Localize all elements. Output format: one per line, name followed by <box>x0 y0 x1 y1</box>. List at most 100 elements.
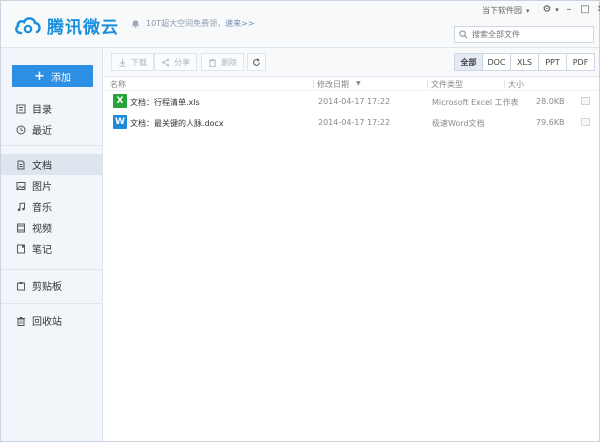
file-type: 极速Word文档 <box>432 119 485 128</box>
close-icon[interactable]: ✕ <box>594 4 600 16</box>
music-icon <box>17 201 25 211</box>
file-size: 28.0KB <box>536 97 565 106</box>
search-icon <box>459 30 468 39</box>
minimize-icon[interactable]: – <box>562 4 576 16</box>
note-icon <box>17 244 25 253</box>
column-type[interactable]: 文件类型 <box>431 79 463 90</box>
sidebar-item-label: 最近 <box>32 126 52 137</box>
cloud-logo-icon <box>15 16 41 34</box>
sidebar-item-label: 视频 <box>32 224 52 235</box>
search-input[interactable] <box>472 30 592 39</box>
sort-desc-icon: ▼ <box>356 80 361 87</box>
maximize-icon[interactable]: □ <box>578 4 592 16</box>
column-name[interactable]: 名称 <box>110 79 126 90</box>
sidebar-item-label: 音乐 <box>32 203 52 214</box>
sidebar-item-label: 笔记 <box>32 245 52 256</box>
refresh-button[interactable] <box>247 53 266 71</box>
excel-file-icon: X <box>113 94 127 108</box>
sidebar-item-label: 剪贴板 <box>32 282 62 293</box>
table-row[interactable]: X 文档：行程清单.xls 2014-04-17 17:22 Microsoft… <box>104 91 599 112</box>
user-menu[interactable]: 当下软件园 ▾ <box>482 5 530 16</box>
app-logo: 腾讯微云 <box>13 13 119 38</box>
divider <box>1 303 103 304</box>
share-button[interactable]: 分享 <box>154 53 197 71</box>
sidebar-item-music[interactable]: 音乐 <box>1 196 103 217</box>
search-box[interactable] <box>454 26 594 43</box>
filter-xls[interactable]: XLS <box>510 53 539 71</box>
plus-icon: + <box>34 68 45 84</box>
sidebar-item-label: 图片 <box>32 182 52 193</box>
nav-group-main: 目录 最近 <box>1 98 103 140</box>
row-menu-icon[interactable] <box>581 97 590 105</box>
app-brand-text: 腾讯微云 <box>47 18 119 38</box>
promo-text: 10T超大空间免费领， <box>146 19 226 28</box>
sidebar-item-documents[interactable]: 文档 <box>1 154 103 175</box>
filter-pdf[interactable]: PDF <box>566 53 595 71</box>
image-icon <box>16 181 26 190</box>
share-icon <box>161 58 170 66</box>
toolbar: 下载 分享 删除 全部 DOC XLS PPT PDF <box>104 48 599 77</box>
column-divider[interactable] <box>504 80 505 89</box>
delete-button[interactable]: 删除 <box>201 53 244 71</box>
refresh-icon <box>253 57 260 66</box>
document-icon <box>17 160 25 169</box>
table-row[interactable]: W 文档：最关键的人脉.docx 2014-04-17 17:22 极速Word… <box>104 112 599 133</box>
filter-ppt[interactable]: PPT <box>538 53 567 71</box>
share-label: 分享 <box>174 57 190 67</box>
column-size[interactable]: 大小 <box>508 79 524 90</box>
settings-gear-icon[interactable]: ⚙ <box>540 4 554 16</box>
type-filter-group: 全部 DOC XLS PPT PDF <box>454 53 595 71</box>
column-divider[interactable] <box>427 80 428 89</box>
file-list: 名称 修改日期 ▼ 文件类型 大小 X 文档：行程清单.xls 2014-04-… <box>104 78 599 133</box>
add-button[interactable]: + 添加 <box>12 65 93 87</box>
nav-group-types: 文档 图片 音乐 视频 笔记 <box>1 154 103 259</box>
promo-link[interactable]: 速来>> <box>225 18 254 29</box>
sidebar-item-trash[interactable]: 回收站 <box>1 310 103 331</box>
file-type: Microsoft Excel 工作表 <box>432 98 519 107</box>
title-bar: 腾讯微云 10T超大空间免费领， 速来>> 当下软件园 ▾ ⚙ ▾ – □ ✕ <box>1 1 600 48</box>
sidebar: + 添加 目录 最近 文档 图片 音乐 视频 笔记 剪贴板 回收站 <box>1 48 103 441</box>
add-button-label: 添加 <box>50 72 71 84</box>
chevron-down-icon: ▾ <box>526 6 530 15</box>
nav-group-clipboard: 剪贴板 <box>1 275 103 296</box>
file-modified: 2014-04-17 17:22 <box>318 97 391 106</box>
video-icon <box>17 223 25 232</box>
bell-icon <box>131 20 140 28</box>
file-size: 79.6KB <box>536 118 565 127</box>
file-name[interactable]: 文档：最关键的人脉.docx <box>130 118 224 129</box>
directory-icon <box>16 104 26 113</box>
sidebar-item-label: 回收站 <box>32 317 62 328</box>
divider <box>1 145 103 146</box>
trash-icon <box>208 58 217 67</box>
nav-group-trash: 回收站 <box>1 310 103 331</box>
word-file-icon: W <box>113 115 127 129</box>
file-name[interactable]: 文档：行程清单.xls <box>130 97 200 108</box>
promo-notice: 10T超大空间免费领， 速来>> <box>131 18 254 29</box>
divider <box>1 269 103 270</box>
filter-doc[interactable]: DOC <box>482 53 511 71</box>
download-icon <box>119 58 126 67</box>
column-modified[interactable]: 修改日期 <box>317 79 349 90</box>
trash-icon <box>17 316 25 326</box>
sidebar-item-clipboard[interactable]: 剪贴板 <box>1 275 103 296</box>
download-button[interactable]: 下载 <box>111 53 154 71</box>
sidebar-item-directory[interactable]: 目录 <box>1 98 103 119</box>
sidebar-item-images[interactable]: 图片 <box>1 175 103 196</box>
clock-icon <box>16 125 26 134</box>
row-menu-icon[interactable] <box>581 118 590 126</box>
settings-caret-icon[interactable]: ▾ <box>554 4 560 16</box>
app-window: 腾讯微云 10T超大空间免费领， 速来>> 当下软件园 ▾ ⚙ ▾ – □ ✕ <box>0 0 600 442</box>
clipboard-icon <box>17 281 25 290</box>
download-label: 下载 <box>131 57 147 67</box>
delete-label: 删除 <box>221 57 237 67</box>
filter-all[interactable]: 全部 <box>454 53 483 71</box>
sidebar-item-recent[interactable]: 最近 <box>1 119 103 140</box>
sidebar-item-label: 文档 <box>32 161 52 172</box>
sidebar-item-notes[interactable]: 笔记 <box>1 238 103 259</box>
window-controls: ⚙ ▾ – □ ✕ <box>538 4 600 16</box>
file-modified: 2014-04-17 17:22 <box>318 118 391 127</box>
user-name: 当下软件园 <box>482 6 522 15</box>
sidebar-item-video[interactable]: 视频 <box>1 217 103 238</box>
column-divider[interactable] <box>313 80 314 89</box>
sidebar-item-label: 目录 <box>32 105 52 116</box>
